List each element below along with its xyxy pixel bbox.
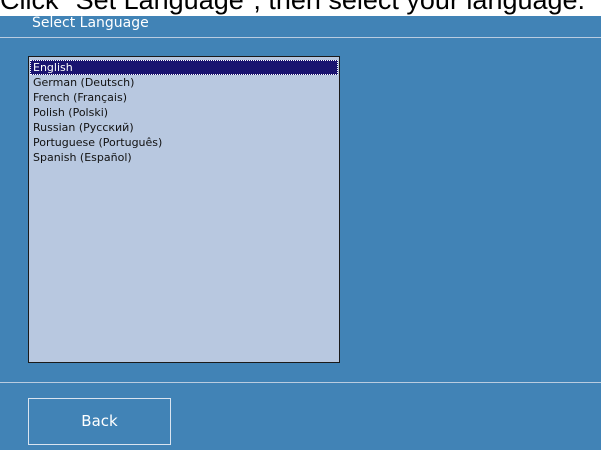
header-divider: [0, 37, 601, 38]
list-item-english[interactable]: English: [30, 60, 338, 75]
page-title: Select Language: [32, 15, 149, 31]
list-item-portuguese[interactable]: Portuguese (Português): [30, 135, 338, 150]
list-item-spanish[interactable]: Spanish (Español): [30, 150, 338, 165]
list-item-polish[interactable]: Polish (Polski): [30, 105, 338, 120]
language-panel: Select Language English German (Deutsch)…: [0, 15, 601, 450]
list-item-russian[interactable]: Russian (Русский): [30, 120, 338, 135]
panel-header: Select Language: [0, 15, 601, 37]
list-item-french[interactable]: French (Français): [30, 90, 338, 105]
list-item-german[interactable]: German (Deutsch): [30, 75, 338, 90]
footer-divider: [0, 382, 601, 383]
language-listbox[interactable]: English German (Deutsch) French (Françai…: [28, 56, 340, 363]
back-button[interactable]: Back: [28, 398, 171, 445]
